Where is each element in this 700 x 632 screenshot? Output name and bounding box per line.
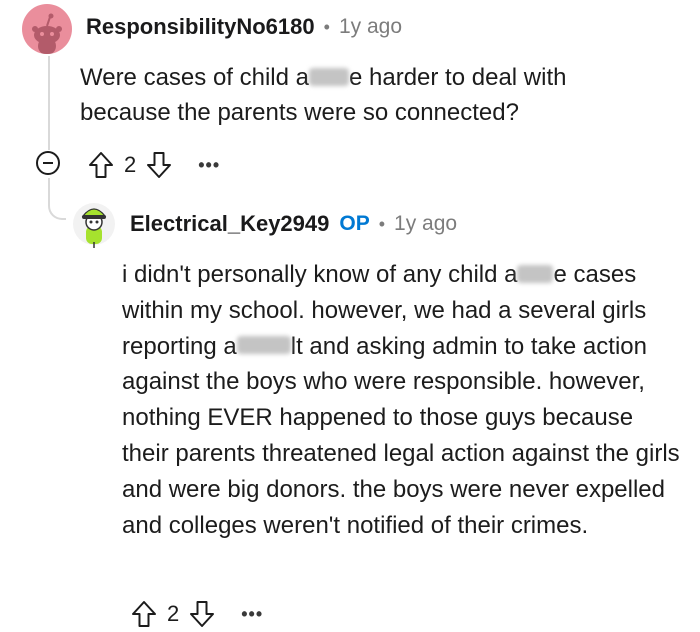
vote-count: 2	[167, 601, 180, 626]
comment-body: i didn't personally know of any child ae…	[122, 257, 682, 543]
comment-actions: 2 •••	[88, 150, 220, 180]
dot-separator: •	[378, 213, 386, 234]
comment-body: Were cases of child ae harder to deal wi…	[80, 60, 660, 130]
timestamp[interactable]: 1y ago	[339, 15, 402, 39]
snoo-avatar-icon	[73, 203, 115, 248]
censored-blur	[517, 264, 554, 283]
more-options-icon[interactable]: •••	[198, 156, 220, 174]
comment-text-part: lt and asking admin to take action again…	[122, 332, 680, 539]
snoo-avatar-icon	[32, 13, 62, 54]
username[interactable]: Electrical_Key2949	[130, 211, 329, 237]
downvote-arrow-icon[interactable]	[189, 600, 215, 628]
comment-text-part: Were cases of child a	[80, 64, 309, 91]
vote-count: 2	[124, 152, 137, 177]
comment-header: Electrical_Key2949 OP • 1y ago	[130, 209, 457, 239]
comment-header: ResponsibilityNo6180 • 1y ago	[86, 12, 402, 42]
op-badge: OP	[339, 212, 370, 235]
censored-blur	[309, 67, 349, 86]
username[interactable]: ResponsibilityNo6180	[86, 14, 315, 40]
downvote-arrow-icon[interactable]	[146, 151, 172, 179]
timestamp[interactable]: 1y ago	[394, 212, 457, 236]
avatar[interactable]	[72, 198, 116, 250]
upvote-arrow-icon[interactable]	[88, 151, 114, 179]
thread-line-top	[48, 56, 50, 150]
avatar[interactable]	[22, 4, 72, 54]
more-options-icon[interactable]: •••	[241, 605, 263, 623]
censored-blur	[236, 336, 291, 355]
upvote-arrow-icon[interactable]	[131, 600, 157, 628]
collapse-thread-icon[interactable]	[36, 151, 60, 175]
comment-text-part: i didn't personally know of any child a	[122, 261, 518, 288]
thread-branch-line[interactable]	[48, 178, 66, 220]
dot-separator: •	[323, 16, 330, 37]
comment-actions: 2 •••	[131, 599, 263, 629]
